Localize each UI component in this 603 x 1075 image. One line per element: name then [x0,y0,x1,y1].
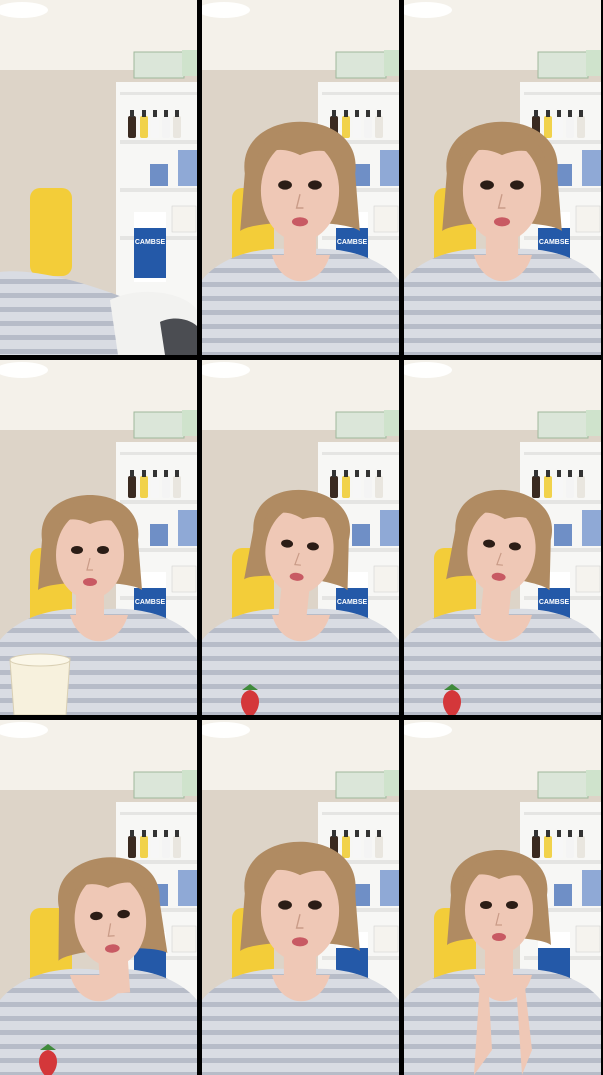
frame-5: CAMBSE [202,360,399,715]
svg-text:CAMBSE: CAMBSE [337,599,368,606]
frame-9 [404,720,601,1075]
frame-4: CAMBSE [0,360,197,715]
frame-4-image: CAMBSE [0,360,197,715]
frame-1-image: CAMBSE [0,0,197,355]
frame-7-image [0,720,197,1075]
frame-5-image: CAMBSE [202,360,399,715]
frame-3-image: CAMBSE [404,0,601,355]
svg-text:CAMBSE: CAMBSE [539,239,570,246]
svg-text:CAMBSE: CAMBSE [337,239,368,246]
video-frame-grid: CAMBSE CAMBSE CAMBSE CAMBSE CAMBSE CAMBS… [0,0,603,1075]
svg-text:CAMBSE: CAMBSE [539,599,570,606]
svg-text:CAMBSE: CAMBSE [135,599,166,606]
frame-8 [202,720,399,1075]
frame-1: CAMBSE [0,0,197,355]
frame-8-image [202,720,399,1075]
frame-2-image: CAMBSE [202,0,399,355]
svg-text:CAMBSE: CAMBSE [135,239,166,246]
frame-6-image: CAMBSE [404,360,601,715]
frame-2: CAMBSE [202,0,399,355]
frame-9-image [404,720,601,1075]
frame-3: CAMBSE [404,0,601,355]
frame-7 [0,720,197,1075]
frame-6: CAMBSE [404,360,601,715]
